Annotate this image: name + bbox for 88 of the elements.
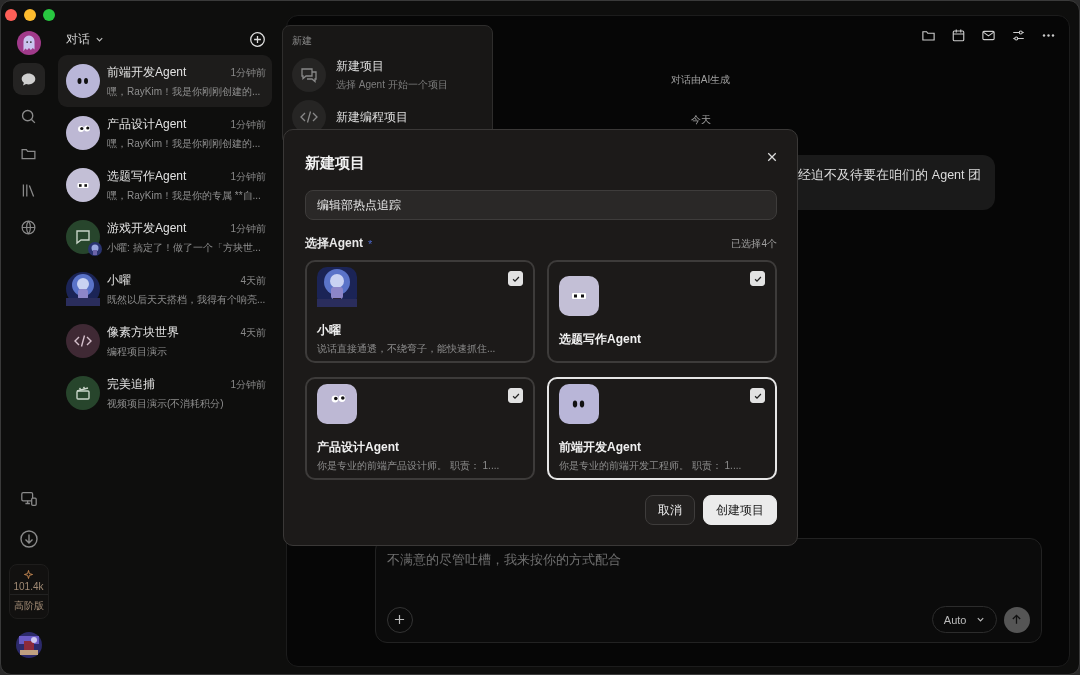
conversation-name: 小曜 (107, 271, 131, 289)
conversation-name: 前端开发Agent (107, 63, 187, 81)
close-window-button[interactable] (5, 9, 17, 21)
conversation-item[interactable]: 完美追捕 1分钟前 视频项目演示(不消耗积分) (58, 367, 272, 419)
agent-card[interactable]: 产品设计Agent 你是专业的前端产品设计师。 职责： 1.... (305, 377, 535, 480)
conversation-time: 4天前 (240, 325, 266, 340)
checkbox[interactable] (750, 388, 765, 403)
code-avatar (66, 324, 100, 358)
composer-placeholder: 不满意的尽管吐槽，我来按你的方式配合 (386, 551, 622, 569)
message-preview: 视频项目演示(不消耗积分) (107, 396, 225, 411)
message-composer[interactable]: 不满意的尽管吐槽，我来按你的方式配合 Auto (374, 538, 1042, 643)
conversation-time: 4天前 (240, 273, 266, 288)
section-label: 选择Agent (305, 235, 363, 252)
message-preview: 编程项目演示 (107, 344, 168, 359)
send-button[interactable] (1003, 606, 1030, 633)
message-preview: 小曜: 搞定了！做了一个「方块世... (107, 240, 262, 255)
agent-name: 前端开发Agent (559, 439, 642, 456)
checkbox[interactable] (508, 388, 523, 403)
menu-item-title: 新建编程项目 (336, 108, 408, 126)
sliders-icon[interactable] (1011, 28, 1026, 43)
close-icon[interactable] (767, 152, 777, 162)
message-preview: 既然以后天天搭档，我得有个响亮... (107, 292, 266, 307)
agent-name: 选题写作Agent (559, 330, 642, 348)
create-button[interactable]: 创建项目 (703, 495, 777, 525)
bot-face-avatar (66, 64, 100, 98)
download-icon[interactable] (18, 529, 39, 549)
conversation-time: 1分钟前 (230, 169, 266, 184)
agent-description: 你是专业的前端开发工程师。 职责： 1.... (559, 459, 743, 473)
agent-name: 小曜 (317, 322, 342, 339)
conversation-time: 1分钟前 (230, 117, 266, 132)
agent-description: 说话直接通透，不绕弯子，能快速抓住... (317, 342, 497, 356)
zoom-window-button[interactable] (43, 9, 55, 21)
conversation-item[interactable]: 选题写作Agent 1分钟前 嘿，RayKim！我是你的专属 **自... (58, 159, 272, 211)
chat-icon[interactable] (12, 63, 45, 95)
conversation-name: 游戏开发Agent (107, 219, 187, 237)
conversation-time: 1分钟前 (230, 65, 266, 80)
message-preview: 嘿，RayKim！我是你刚刚创建的... (107, 84, 262, 99)
clapper-avatar (66, 376, 100, 410)
conversation-item[interactable]: 游戏开发Agent 1分钟前 小曜: 搞定了！做了一个「方块世... (58, 211, 272, 263)
devices-icon[interactable] (19, 490, 38, 508)
calendar-icon[interactable] (951, 28, 966, 43)
agent-description: 你是专业的前端产品设计师。 职责： 1.... (317, 459, 501, 473)
chat-icon (292, 58, 326, 92)
selected-count: 已选择4个 (731, 236, 777, 251)
dialog-title: 新建项目 (305, 154, 365, 173)
menu-heading: 新建 (292, 34, 313, 48)
ghost-logo-icon (16, 31, 41, 55)
message-preview: 嘿，RayKim！我是你刚刚创建的... (107, 136, 262, 151)
bot-face-avatar (66, 168, 100, 202)
credits-panel[interactable]: 101.4k 高阶版 (8, 564, 49, 619)
conversation-name: 产品设计Agent (107, 115, 187, 133)
agent-card[interactable]: 小曜 说话直接通透，不绕弯子，能快速抓住... (305, 260, 535, 363)
mail-icon[interactable] (981, 28, 996, 43)
conversation-item[interactable]: 小曜 4天前 既然以后天天搭档，我得有个响亮... (58, 263, 272, 315)
required-mark: * (368, 237, 373, 250)
folder-icon[interactable] (921, 28, 936, 43)
conversation-filter-dropdown[interactable]: 对话 (66, 30, 104, 48)
minimize-window-button[interactable] (24, 9, 36, 21)
conversation-name: 选题写作Agent (107, 167, 187, 185)
plan-label: 高阶版 (9, 594, 48, 613)
message-preview: 嘿，RayKim！我是你的专属 **自... (107, 188, 262, 203)
conversation-time: 1分钟前 (230, 377, 266, 392)
menu-item-title: 新建项目 (336, 58, 385, 75)
conversation-name: 像素方块世界 (107, 323, 179, 341)
date-divider: 今天 (689, 113, 711, 127)
bot-face-avatar (66, 116, 100, 150)
bot-face-avatar (559, 275, 599, 316)
agent-card[interactable]: 选题写作Agent (547, 260, 777, 363)
project-name-field[interactable]: 编辑部热点追踪 (305, 190, 777, 220)
ai-notice: 对话由AI生成 (669, 73, 731, 87)
conversation-item[interactable]: 像素方块世界 4天前 编程项目演示 (58, 315, 272, 367)
add-icon[interactable] (249, 30, 266, 48)
cancel-button[interactable]: 取消 (645, 495, 695, 525)
sparkle-icon (24, 570, 33, 579)
credits-amount: 101.4k (13, 581, 44, 592)
plus-icon (394, 614, 405, 625)
bot-face-avatar (317, 384, 357, 424)
conversation-item[interactable]: 产品设计Agent 1分钟前 嘿，RayKim！我是你刚刚创建的... (58, 107, 272, 159)
arrow-up-icon (1011, 614, 1022, 625)
conversation-item[interactable]: 前端开发Agent 1分钟前 嘿，RayKim！我是你刚刚创建的... (58, 55, 272, 107)
agent-name: 产品设计Agent (317, 439, 400, 456)
bot-face-avatar (559, 384, 599, 424)
checkbox[interactable] (750, 271, 765, 286)
checkbox[interactable] (508, 271, 523, 286)
conversation-time: 1分钟前 (230, 221, 266, 236)
chevron-down-icon (975, 615, 985, 624)
agent-card[interactable]: 前端开发Agent 你是专业的前端开发工程师。 职责： 1.... (547, 377, 777, 480)
conversation-name: 完美追捕 (107, 375, 155, 393)
